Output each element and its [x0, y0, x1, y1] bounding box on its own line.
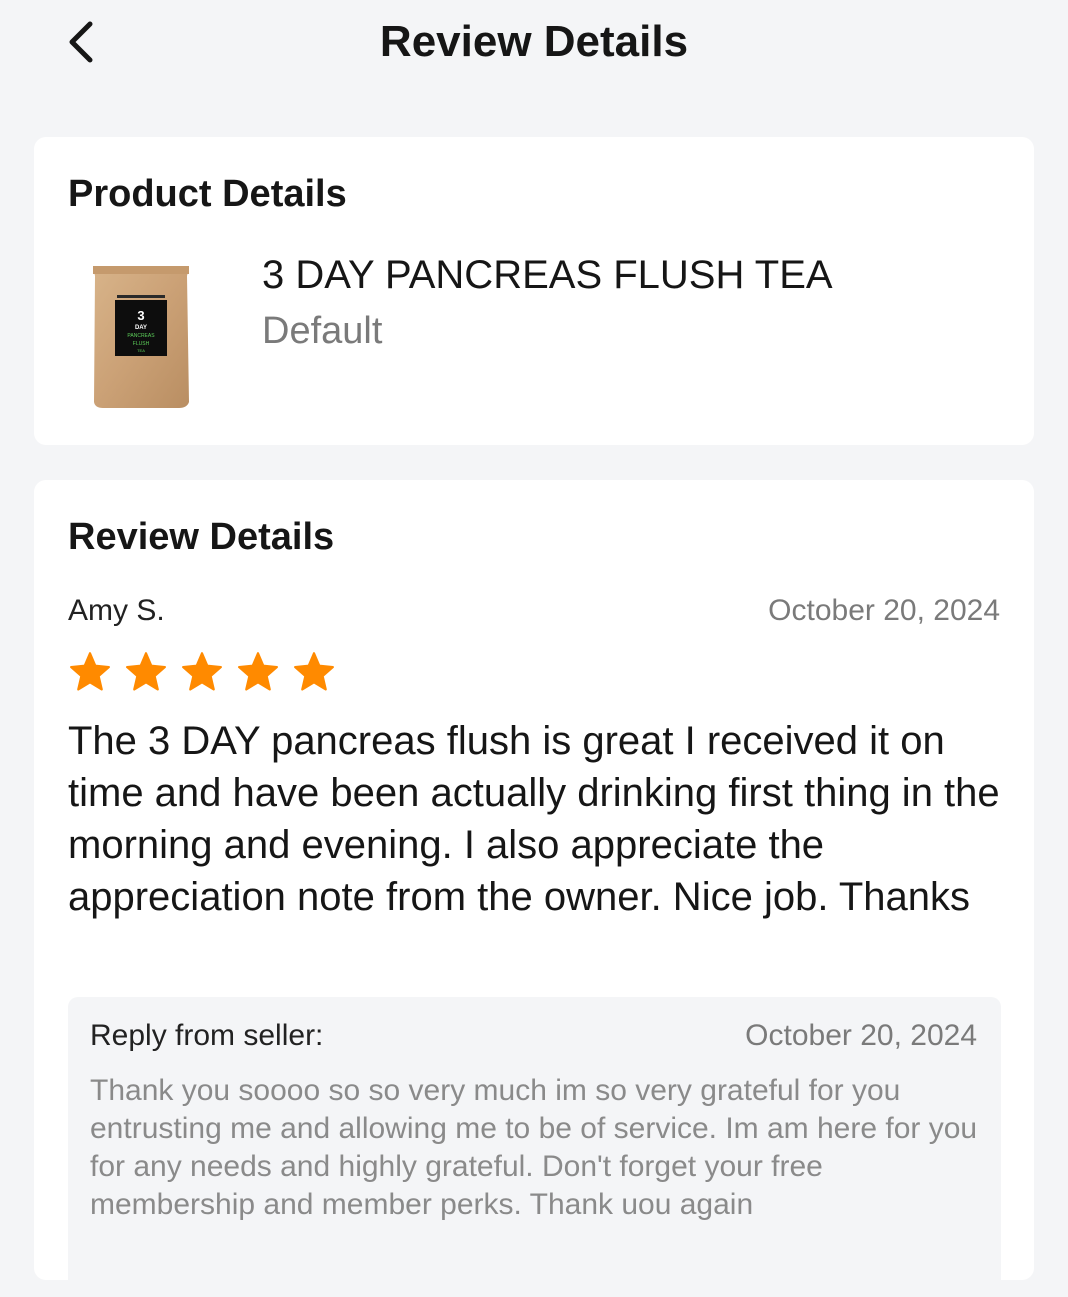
star-rating	[68, 650, 336, 694]
product-image[interactable]: 3 DAY PANCREAS FLUSH TEA	[89, 262, 193, 410]
review-date: October 20, 2024	[768, 594, 1000, 627]
page-title: Review Details	[379, 17, 689, 66]
review-text: The 3 DAY pancreas flush is great I rece…	[68, 719, 1000, 919]
star-icon	[182, 652, 222, 691]
pouch-label-day: DAY	[135, 325, 147, 331]
reply-label: Reply from seller:	[90, 1019, 324, 1052]
tea-pouch-image: 3 DAY PANCREAS FLUSH TEA	[93, 266, 189, 408]
product-details-heading: Product Details	[68, 173, 347, 215]
star-icon	[126, 652, 166, 691]
star-icon	[294, 652, 334, 691]
product-variant: Default	[262, 310, 383, 352]
reply-text: Thank you soooo so so very much im so ve…	[90, 1074, 978, 1221]
pouch-label-pancreas: PANCREAS	[127, 333, 155, 339]
pouch-label-tea: TEA	[137, 348, 145, 353]
reply-date: October 20, 2024	[745, 1019, 977, 1052]
pouch-label-number: 3	[137, 308, 144, 323]
star-icon	[70, 652, 110, 691]
star-icon	[238, 652, 278, 691]
pouch-label-flush: FLUSH	[133, 341, 150, 347]
product-name[interactable]: 3 DAY PANCREAS FLUSH TEA	[262, 250, 833, 300]
review-details-card: Review Details Amy S. October 20, 2024 T…	[34, 480, 1034, 1297]
reviewer-name: Amy S.	[68, 594, 165, 627]
seller-reply: Reply from seller: October 20, 2024 Than…	[68, 997, 1001, 1297]
product-details-card: Product Details 3 DAY PANCREAS FLUSH TEA…	[34, 137, 1034, 445]
review-details-heading: Review Details	[68, 516, 335, 558]
top-bar: Review Details	[0, 0, 1068, 90]
